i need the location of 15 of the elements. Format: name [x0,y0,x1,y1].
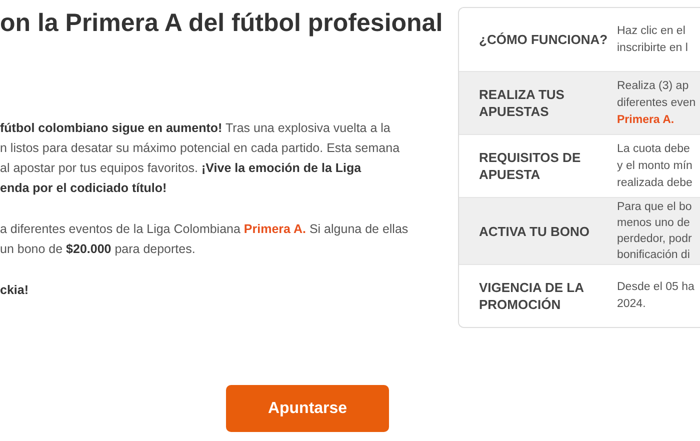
step-description: Haz clic en el inscribirte en l [616,24,688,56]
step-label: REALIZA TUS APUESTAS [478,86,566,120]
body-paragraph: fútbol colombiano sigue en aumento! Tras una explosiva vuelta a la n listos para desatar su máximo potencial en cada partido. Esta semana al apostar por tus equipos favoritos. ¡Vive la emoción de la Liga enda por el codiciado título! [0,120,401,197]
step-label: ACTIVA TU BONO [478,222,590,240]
body-paragraph: ckia! [0,282,30,299]
step-description: Para que el bo menos uno de perdedor, podr bonificación di [616,200,692,263]
step-description: Realiza (3) ap diferentes even Primera A. [616,78,696,128]
step-description: Desde el 05 ha 2024. [616,280,694,312]
signup-button[interactable]: Apuntarse [226,385,389,432]
page-heading: on la Primera A del fútbol profesional [0,8,444,38]
step-label: VIGENCIA DE LA PROMOCIÓN [478,279,584,313]
step-label: REQUISITOS DE APUESTA [478,149,582,183]
body-paragraph: a diferentes eventos de la Liga Colombiana Primera A. Si alguna de ellas un bono de $20.000 para deportes. [0,221,410,258]
step-description: La cuota debe y el monto mín realizada debe [616,142,692,190]
step-label: ¿CÓMO FUNCIONA? [478,31,609,48]
